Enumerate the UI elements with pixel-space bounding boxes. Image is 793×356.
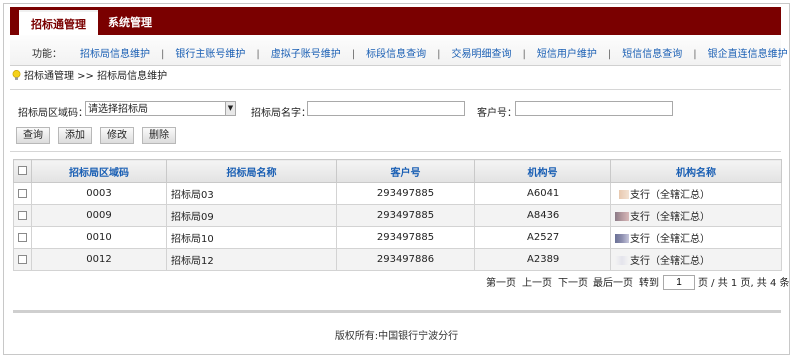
org-name-cell: 支行（全辖汇总） — [610, 248, 782, 271]
delete-button[interactable]: 删除 — [142, 127, 176, 144]
bid-office-name-input[interactable] — [307, 101, 465, 116]
region-code-value: 请选择招标局 — [88, 104, 148, 115]
column-header[interactable]: 招标局名称 — [166, 159, 337, 183]
link-virtual-sub-account[interactable]: 虚拟子账号维护 — [271, 49, 341, 60]
org-number-cell: A6041 — [474, 182, 611, 205]
org-name-text: 支行（全辖汇总） — [630, 256, 710, 267]
redacted-mark — [615, 212, 629, 221]
org-name-cell: 支行（全辖汇总） — [610, 226, 782, 249]
breadcrumb-text: 招标通管理 >> 招标局信息维护 — [24, 71, 168, 82]
select-all-checkbox[interactable] — [18, 166, 27, 175]
table-row[interactable]: 0010 招标局10 293497885 A2527 支行（全辖汇总） — [13, 226, 782, 249]
table-row[interactable]: 0003 招标局03 293497885 A6041 支行（全辖汇总） — [13, 182, 782, 205]
page-number-input[interactable] — [663, 275, 695, 290]
divider — [10, 89, 781, 90]
org-name-cell: 支行（全辖汇总） — [610, 204, 782, 227]
link-bid-office-maintenance[interactable]: 招标局信息维护 — [80, 49, 150, 60]
row-select-cell — [13, 182, 32, 205]
separator: | — [437, 49, 441, 60]
row-checkbox[interactable] — [18, 254, 27, 264]
org-number-cell: A2389 — [474, 248, 611, 271]
region-code-select[interactable]: 请选择招标局 ▼ — [85, 101, 236, 116]
region-code-cell: 0009 — [31, 204, 167, 227]
customer-number-cell: 293497885 — [336, 226, 475, 249]
lightbulb-icon — [12, 70, 21, 80]
column-header[interactable]: 客户号 — [336, 159, 475, 183]
tab-system-management[interactable]: 系统管理 — [96, 10, 164, 35]
bid-office-name-cell: 招标局03 — [166, 182, 337, 205]
bid-office-name-cell: 招标局09 — [166, 204, 337, 227]
table-header-row: 招标局区域码 招标局名称 客户号 机构号 机构名称 — [13, 159, 782, 183]
bid-office-name-cell: 招标局10 — [166, 226, 337, 249]
org-name-cell: 支行（全辖汇总） — [610, 182, 782, 205]
org-name-text: 支行（全辖汇总） — [630, 212, 710, 223]
separator: | — [161, 49, 165, 60]
customer-number-cell: 293497885 — [336, 204, 475, 227]
link-bank-main-account[interactable]: 银行主账号维护 — [175, 49, 245, 60]
column-header[interactable]: 机构号 — [474, 159, 611, 183]
copyright-footer: 版权所有:中国银行宁波分行 — [334, 331, 459, 342]
customer-number-input[interactable] — [515, 101, 673, 116]
org-number-cell: A8436 — [474, 204, 611, 227]
customer-number-label: 客户号： — [477, 108, 517, 119]
region-code-cell: 0010 — [31, 226, 167, 249]
column-header[interactable]: 招标局区域码 — [31, 159, 167, 183]
link-section-query[interactable]: 标段信息查询 — [366, 49, 426, 60]
next-page-link[interactable]: 下一页 — [558, 277, 588, 291]
redacted-mark — [615, 256, 629, 265]
query-button[interactable]: 查询 — [16, 127, 50, 144]
goto-label: 转到 — [639, 278, 659, 289]
region-code-cell: 0003 — [31, 182, 167, 205]
row-checkbox[interactable] — [18, 210, 27, 220]
separator: | — [522, 49, 526, 60]
tab-bidding-management[interactable]: 招标通管理 — [19, 10, 98, 37]
link-sms-user[interactable]: 短信用户维护 — [537, 49, 597, 60]
bid-office-table: 招标局区域码 招标局名称 客户号 机构号 机构名称 0003 招标局03 293… — [13, 159, 782, 271]
add-button[interactable]: 添加 — [58, 127, 92, 144]
link-sms-query[interactable]: 短信信息查询 — [622, 49, 682, 60]
divider — [13, 310, 781, 313]
bid-office-name-cell: 招标局12 — [166, 248, 337, 271]
region-code-cell: 0012 — [31, 248, 167, 271]
column-header[interactable]: 机构名称 — [610, 159, 782, 183]
redacted-mark — [615, 190, 629, 199]
row-select-cell — [13, 204, 32, 227]
bid-office-name-label: 招标局名字： — [251, 108, 311, 119]
row-checkbox[interactable] — [18, 232, 27, 242]
function-bar: 功能： 招标局信息维护 | 银行主账号维护 | 虚拟子账号维护 | 标段信息查询 | 交易明细查… — [10, 35, 788, 66]
row-select-cell — [13, 248, 32, 271]
row-select-cell — [13, 226, 32, 249]
divider — [10, 151, 781, 152]
table-row[interactable]: 0009 招标局09 293497885 A8436 支行（全辖汇总） — [13, 204, 782, 227]
table-row[interactable]: 0012 招标局12 293497886 A2389 支行（全辖汇总） — [13, 248, 782, 271]
org-name-text: 支行（全辖汇总） — [630, 234, 710, 245]
region-code-label: 招标局区域码： — [18, 108, 88, 119]
separator: | — [351, 49, 356, 60]
redacted-mark — [615, 234, 629, 243]
breadcrumb: 招标通管理 >> 招标局信息维护 — [12, 70, 167, 84]
function-label: 功能： — [32, 49, 62, 60]
row-checkbox[interactable] — [18, 188, 27, 198]
first-page-link[interactable]: 第一页 — [486, 277, 516, 291]
separator: | — [256, 49, 260, 60]
org-name-text: 支行（全辖汇总） — [630, 190, 710, 201]
prev-page-link[interactable]: 上一页 — [522, 277, 552, 291]
filter-bar: 招标局区域码： 请选择招标局 ▼ 招标局名字： 客户号： — [14, 100, 784, 120]
page-summary: 页 / 共 1 页, 共 4 条 — [698, 278, 790, 289]
top-nav-bar: 招标通管理 系统管理 — [10, 7, 781, 37]
link-transaction-query[interactable]: 交易明细查询 — [452, 49, 512, 60]
customer-number-cell: 293497886 — [336, 248, 475, 271]
chevron-down-icon[interactable]: ▼ — [225, 102, 235, 115]
org-number-cell: A2527 — [474, 226, 611, 249]
separator: | — [607, 49, 612, 60]
separator: | — [693, 49, 697, 60]
last-page-link[interactable]: 最后一页 — [593, 277, 633, 291]
edit-button[interactable]: 修改 — [100, 127, 134, 144]
link-bank-direct-connect[interactable]: 银企直连信息维护 — [708, 49, 788, 60]
function-links: 招标局信息维护 | 银行主账号维护 | 虚拟子账号维护 | 标段信息查询 | 交易明细查询 | 短信… — [80, 45, 788, 60]
select-all-cell — [13, 159, 32, 183]
customer-number-cell: 293497885 — [336, 182, 475, 205]
